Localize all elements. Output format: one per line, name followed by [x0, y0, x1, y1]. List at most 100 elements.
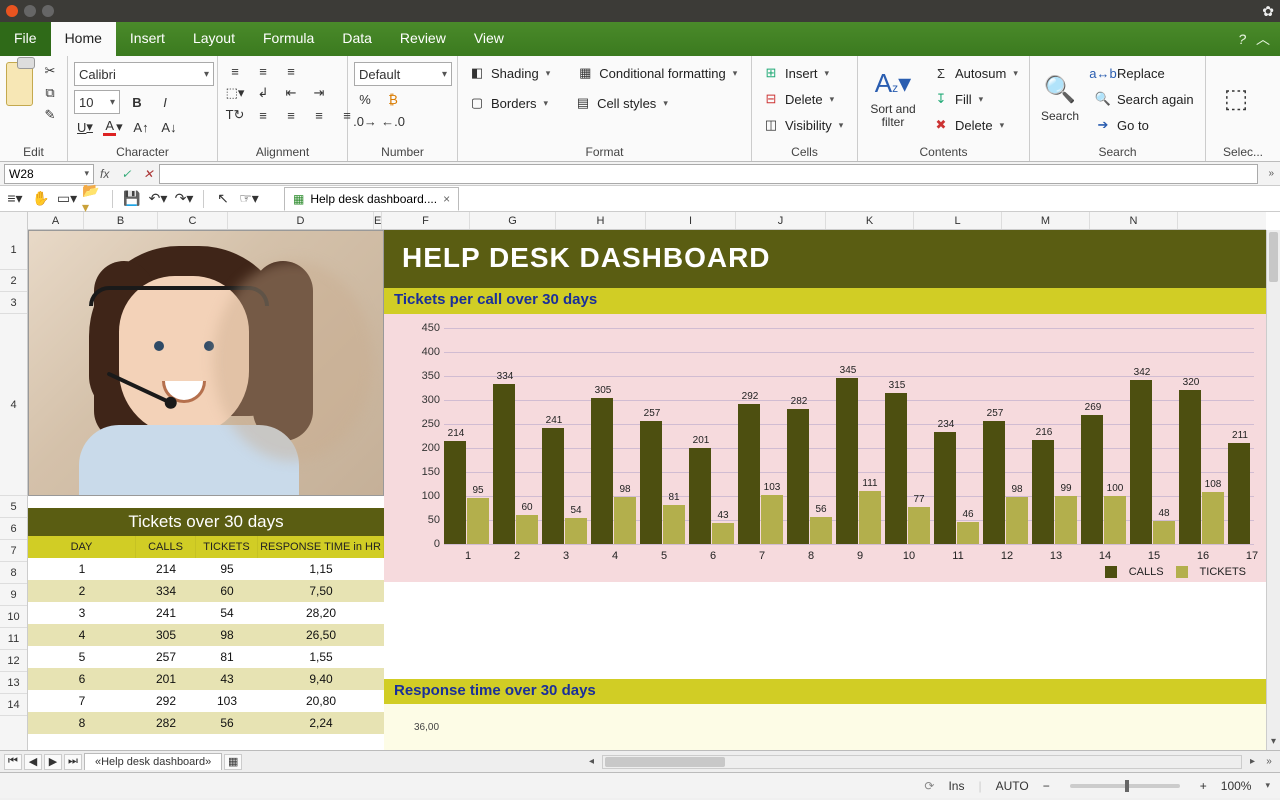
- font-size-combo[interactable]: 10▾: [74, 90, 120, 114]
- qa-undo-icon[interactable]: ↶▾: [147, 189, 169, 209]
- table-row[interactable]: 2334607,50: [28, 580, 384, 602]
- col-header[interactable]: J: [736, 212, 826, 229]
- row-header[interactable]: 10: [0, 606, 27, 628]
- row-header[interactable]: 2: [0, 270, 27, 292]
- zoom-in-button[interactable]: +: [1200, 779, 1207, 793]
- cut-button[interactable]: ✂: [39, 62, 61, 80]
- sync-icon[interactable]: ⟳: [924, 779, 934, 793]
- gear-icon[interactable]: ✿: [1262, 3, 1274, 20]
- cell-styles-button[interactable]: ▤Cell styles▾: [570, 92, 672, 114]
- sheet-add-button[interactable]: ▦: [224, 754, 242, 770]
- scroll-thumb[interactable]: [1269, 232, 1278, 282]
- search-again-button[interactable]: 🔍Search again: [1090, 88, 1198, 110]
- scroll-down-icon[interactable]: ▾: [1267, 736, 1280, 750]
- col-header[interactable]: L: [914, 212, 1002, 229]
- format-painter-button[interactable]: ✎: [39, 106, 61, 124]
- dec-dec-button[interactable]: ←.0: [382, 112, 404, 130]
- sheet-nav-first[interactable]: ⏮: [4, 754, 22, 770]
- col-header[interactable]: D: [228, 212, 374, 229]
- italic-button[interactable]: I: [154, 93, 176, 111]
- row-header[interactable]: 6: [0, 518, 27, 540]
- select-button[interactable]: ⬚: [1212, 62, 1260, 134]
- qa-open-icon[interactable]: 📂▾: [82, 189, 104, 209]
- col-header[interactable]: N: [1090, 212, 1178, 229]
- help-icon[interactable]: ?: [1238, 31, 1246, 47]
- replace-button[interactable]: a↔bReplace: [1090, 62, 1198, 84]
- window-close-button[interactable]: [6, 5, 18, 17]
- qa-redo-icon[interactable]: ↷▾: [173, 189, 195, 209]
- close-tab-icon[interactable]: ×: [443, 192, 450, 206]
- align-center-button[interactable]: ≡: [280, 106, 302, 124]
- name-box[interactable]: W28▾: [4, 164, 94, 184]
- row-header[interactable]: 14: [0, 694, 27, 716]
- number-format-combo[interactable]: Default▾: [354, 62, 452, 86]
- sheet-nav-next[interactable]: ▶: [44, 754, 62, 770]
- copy-button[interactable]: ⧉: [39, 84, 61, 102]
- tab-review[interactable]: Review: [386, 22, 460, 56]
- qa-menu-icon[interactable]: ≡▾: [4, 189, 26, 209]
- underline-button[interactable]: U▾: [74, 118, 96, 136]
- shading-button[interactable]: ◧Shading▾: [464, 62, 554, 84]
- qa-new-icon[interactable]: ▭▾: [56, 189, 78, 209]
- formula-expand-icon[interactable]: »: [1268, 168, 1274, 179]
- col-header[interactable]: F: [382, 212, 470, 229]
- contents-delete-button[interactable]: ✖Delete▾: [928, 114, 1022, 136]
- vertical-scrollbar[interactable]: ▴ ▾: [1266, 230, 1280, 750]
- tab-layout[interactable]: Layout: [179, 22, 249, 56]
- font-name-combo[interactable]: Calibri▾: [74, 62, 214, 86]
- merge-button[interactable]: ⬚▾: [224, 84, 246, 102]
- table-row[interactable]: 43059826,50: [28, 624, 384, 646]
- horizontal-scrollbar[interactable]: ◂ ▸: [602, 755, 1242, 769]
- sheet-expand-icon[interactable]: »: [1262, 756, 1276, 767]
- zoom-menu-icon[interactable]: ▾: [1265, 780, 1270, 791]
- table-row[interactable]: 5257811,55: [28, 646, 384, 668]
- zoom-slider[interactable]: [1070, 784, 1180, 788]
- col-header[interactable]: B: [84, 212, 158, 229]
- col-header[interactable]: H: [556, 212, 646, 229]
- conditional-formatting-button[interactable]: ▦Conditional formatting▾: [572, 62, 741, 84]
- dec-inc-button[interactable]: .0→: [354, 112, 376, 130]
- column-headers[interactable]: ABCDEFGHIJKLMN: [28, 212, 1266, 230]
- font-color-button[interactable]: A▾: [102, 118, 124, 136]
- qa-save-icon[interactable]: 💾: [121, 189, 143, 209]
- sort-filter-button[interactable]: Az▾ Sort and filter: [864, 62, 922, 134]
- row-header[interactable]: 9: [0, 584, 27, 606]
- align-bottom-button[interactable]: ≡: [280, 62, 302, 80]
- fx-icon[interactable]: fx: [100, 167, 109, 181]
- tab-data[interactable]: Data: [328, 22, 386, 56]
- search-button[interactable]: 🔍 Search: [1036, 62, 1084, 134]
- row-header[interactable]: 8: [0, 562, 27, 584]
- row-header[interactable]: 11: [0, 628, 27, 650]
- decrease-font-button[interactable]: A↓: [158, 118, 180, 136]
- formula-cancel-icon[interactable]: ✕: [143, 167, 153, 181]
- indent-button[interactable]: ⇤: [280, 84, 302, 102]
- sheet-tab-active[interactable]: «Help desk dashboard»: [84, 753, 222, 770]
- col-header[interactable]: A: [28, 212, 84, 229]
- percent-button[interactable]: %: [354, 90, 376, 108]
- document-tab[interactable]: ▦ Help desk dashboard.... ×: [284, 187, 459, 211]
- sheet-nav-prev[interactable]: ◀: [24, 754, 42, 770]
- align-top-button[interactable]: ≡: [224, 62, 246, 80]
- col-header[interactable]: M: [1002, 212, 1090, 229]
- row-header[interactable]: 7: [0, 540, 27, 562]
- table-row[interactable]: 1214951,15: [28, 558, 384, 580]
- increase-font-button[interactable]: A↑: [130, 118, 152, 136]
- row-header[interactable]: 13: [0, 672, 27, 694]
- tab-file[interactable]: File: [0, 22, 51, 56]
- table-row[interactable]: 6201439,40: [28, 668, 384, 690]
- formula-accept-icon[interactable]: ✓: [121, 167, 131, 181]
- align-right-button[interactable]: ≡: [308, 106, 330, 124]
- zoom-out-button[interactable]: −: [1043, 779, 1050, 793]
- row-header[interactable]: 4: [0, 314, 27, 496]
- paste-button[interactable]: [6, 62, 33, 106]
- scroll-right-icon[interactable]: ▸: [1250, 756, 1255, 767]
- window-maximize-button[interactable]: [42, 5, 54, 17]
- row-headers[interactable]: 1234567891011121314: [0, 212, 28, 750]
- row-header[interactable]: 5: [0, 496, 27, 518]
- outdent-button[interactable]: ⇥: [308, 84, 330, 102]
- hscroll-thumb[interactable]: [605, 757, 725, 767]
- bold-button[interactable]: B: [126, 93, 148, 111]
- col-header[interactable]: G: [470, 212, 556, 229]
- orientation-button[interactable]: T↻: [224, 106, 246, 124]
- tab-insert[interactable]: Insert: [116, 22, 179, 56]
